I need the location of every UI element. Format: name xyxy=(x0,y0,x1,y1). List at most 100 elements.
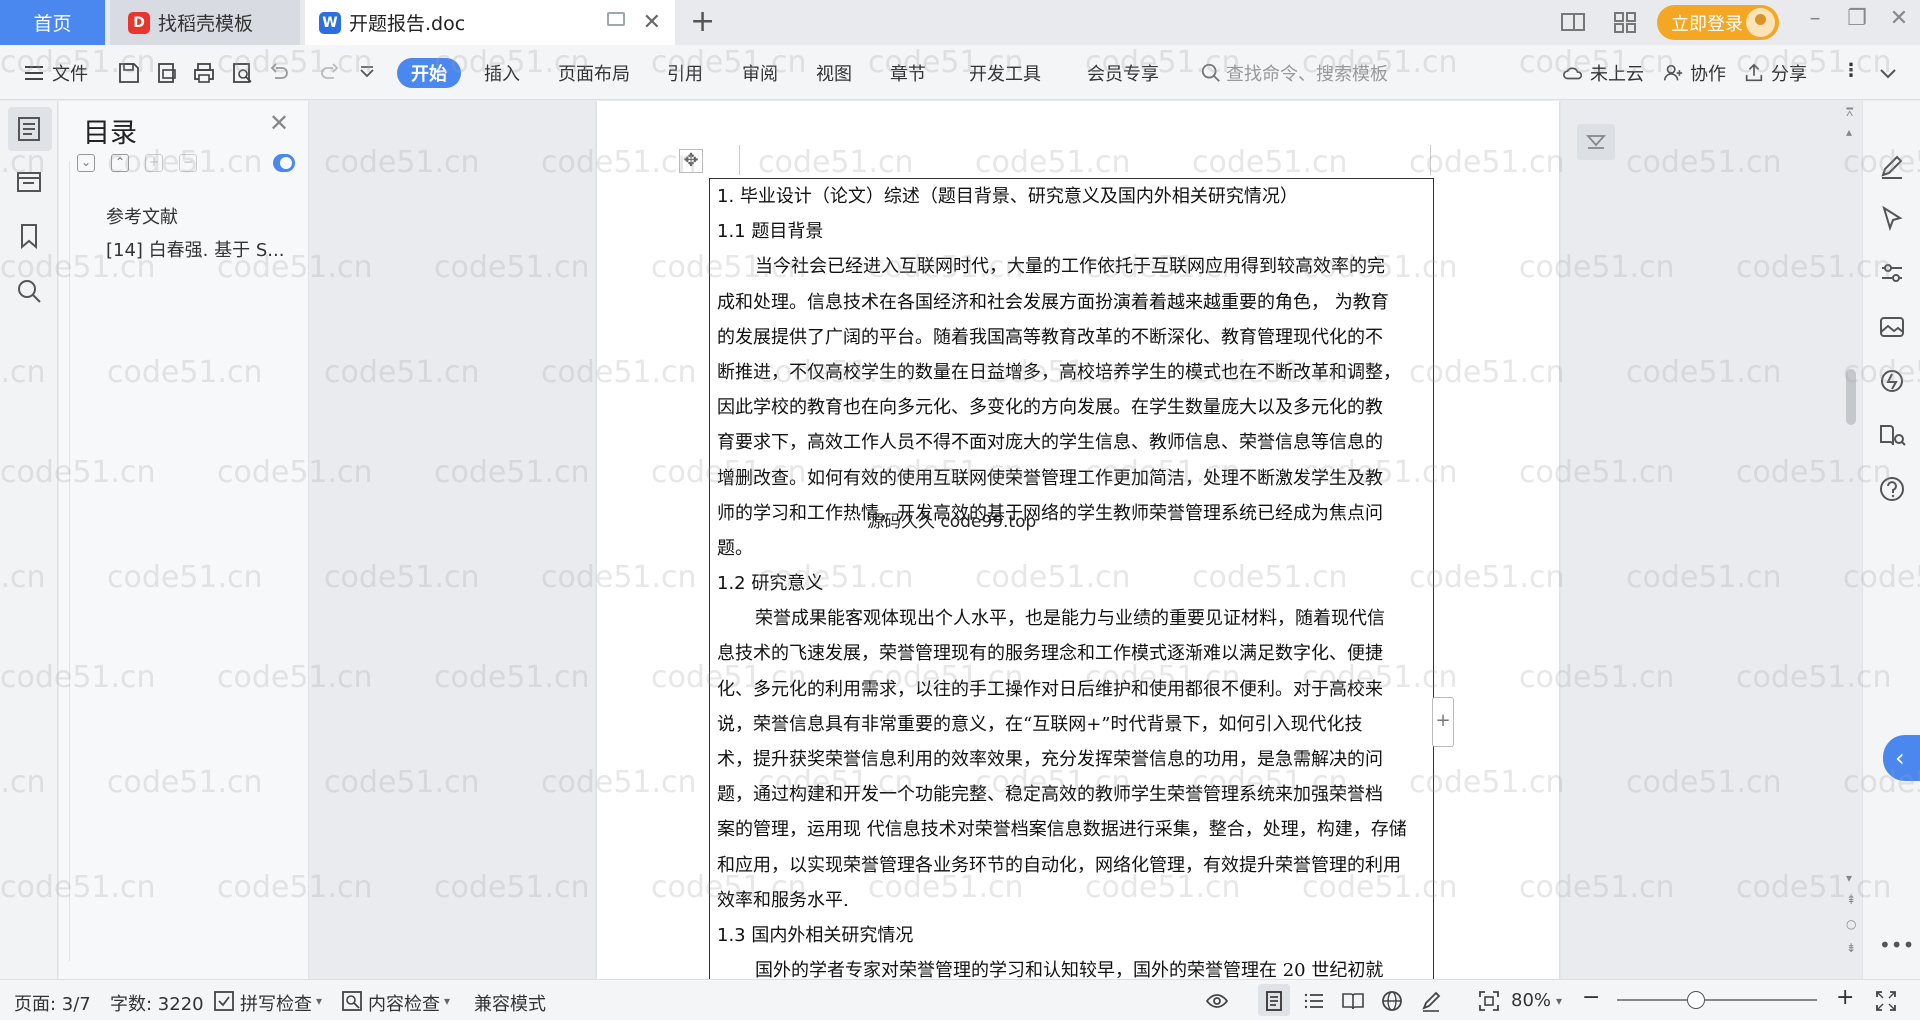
zoom-dropdown-icon[interactable]: ▾ xyxy=(1556,994,1562,1008)
collaborate-button[interactable]: 协作 xyxy=(1662,60,1726,86)
close-tab-icon[interactable]: ✕ xyxy=(643,10,661,35)
zoom-out-button[interactable]: − xyxy=(1582,985,1600,1010)
doc-heading[interactable]: 1.3 国内外相关研究情况 xyxy=(717,918,1427,953)
spell-check-dropdown-icon[interactable]: ▾ xyxy=(316,994,322,1008)
document-page[interactable]: ✥ 1. 毕业设计（论文）综述（题目背景、研究意义及国内外相关研究情况） 1.1 … xyxy=(597,101,1559,979)
doc-paragraph-line[interactable]: 化、多元化的利用需求，以往的手工操作对日后维护和使用都很不便利。对于高校来 xyxy=(717,672,1427,707)
monitor-icon[interactable] xyxy=(607,12,625,26)
doc-paragraph-line[interactable]: 师的学习和工作热情，开发高效的基于网络的学生教师荣誉管理系统已经成为焦点问 xyxy=(717,496,1427,531)
web-view-icon[interactable] xyxy=(1380,989,1404,1013)
select-pointer-icon[interactable] xyxy=(1877,204,1907,234)
word-count[interactable]: 字数: 3220 xyxy=(110,990,204,1016)
doc-paragraph-line[interactable]: 增删改查。如何有效的使用互联网使荣誉管理工作更加简洁，处理不断激发学生及教 xyxy=(717,461,1427,496)
collapse-ribbon-icon[interactable] xyxy=(1876,61,1900,85)
filter-button[interactable] xyxy=(1577,124,1615,160)
scroll-up-icon[interactable]: ▴ xyxy=(1846,125,1852,139)
page-view-icon[interactable] xyxy=(1262,989,1286,1013)
save-icon[interactable] xyxy=(117,61,141,85)
settings-sliders-icon[interactable] xyxy=(1877,258,1907,288)
scroll-top-icon[interactable]: ⩞ xyxy=(1846,105,1853,120)
tab-home[interactable]: 首页 xyxy=(0,0,105,45)
help-icon[interactable] xyxy=(1877,474,1907,504)
layout-icon[interactable] xyxy=(1560,10,1586,34)
table-move-handle[interactable]: ✥ xyxy=(679,149,703,173)
new-tab-button[interactable]: + xyxy=(690,4,715,39)
doc-heading[interactable]: 1.2 研究意义 xyxy=(717,566,1427,601)
more-tools-icon[interactable]: ••• xyxy=(1879,933,1914,957)
doc-heading[interactable]: 1.1 题目背景 xyxy=(717,214,1427,249)
more-options-icon[interactable]: ⋮ xyxy=(1842,60,1860,81)
close-window-button[interactable]: ✕ xyxy=(1884,6,1914,31)
tab-template[interactable]: D 找稻壳模板 xyxy=(110,0,300,45)
menu-icon[interactable] xyxy=(22,61,46,85)
doc-paragraph-line[interactable]: 因此学校的教育也在向多元化、多变化的方向发展。在学生数量庞大以及多元化的教 xyxy=(717,390,1427,425)
outline-view-icon[interactable] xyxy=(1302,989,1326,1013)
print-preview-icon[interactable] xyxy=(230,61,254,85)
quick-access-dropdown-icon[interactable] xyxy=(355,61,379,85)
toc-item[interactable]: 参考文献 xyxy=(106,203,178,229)
content-check-button[interactable]: 内容检查 xyxy=(368,990,440,1016)
file-menu[interactable]: 文件 xyxy=(52,60,88,86)
ai-assistant-icon[interactable] xyxy=(1877,366,1907,396)
reading-view-icon[interactable] xyxy=(1341,989,1365,1013)
menu-start[interactable]: 开始 xyxy=(397,58,461,88)
print-icon[interactable] xyxy=(192,61,216,85)
menu-member[interactable]: 会员专享 xyxy=(1087,60,1159,86)
toc-icon[interactable] xyxy=(14,114,44,144)
doc-paragraph-line[interactable]: 案的管理，运用现 代信息技术对荣誉档案信息数据进行采集，整合，处理，构建，存储 xyxy=(717,812,1427,847)
menu-insert[interactable]: 插入 xyxy=(484,60,520,86)
doc-paragraph-line[interactable]: 成和处理。信息技术在各国经济和社会发展方面扮演着着越来越重要的角色， 为教育 xyxy=(717,285,1427,320)
scroll-down-icon[interactable]: ▾ xyxy=(1846,871,1852,885)
write-mode-icon[interactable] xyxy=(1419,989,1443,1013)
login-button[interactable]: 立即登录 xyxy=(1657,5,1779,40)
menu-references[interactable]: 引用 xyxy=(667,60,703,86)
document-body[interactable]: 1. 毕业设计（论文）综述（题目背景、研究意义及国内外相关研究情况） 1.1 题目… xyxy=(717,179,1427,979)
add-table-column-button[interactable]: + xyxy=(1432,697,1454,747)
zoom-slider[interactable] xyxy=(1617,999,1817,1001)
toc-item[interactable]: [14] 白春强. 基于 S... xyxy=(106,236,284,262)
zoom-level[interactable]: 80% xyxy=(1511,990,1551,1011)
tab-document[interactable]: W 开题报告.doc ✕ xyxy=(305,0,675,45)
cloud-status-button[interactable]: 未上云 xyxy=(1562,60,1644,86)
menu-chapter[interactable]: 章节 xyxy=(890,60,926,86)
next-page-icon[interactable]: ⇟ xyxy=(1846,941,1856,955)
menu-review[interactable]: 审阅 xyxy=(742,60,778,86)
spell-check-button[interactable]: 拼写检查 xyxy=(240,990,312,1016)
apps-grid-icon[interactable] xyxy=(1612,10,1638,34)
image-tools-icon[interactable] xyxy=(1877,312,1907,342)
sidebar-expand-button[interactable]: ‹ xyxy=(1883,735,1920,781)
select-browse-object-icon[interactable]: ○ xyxy=(1846,917,1856,931)
doc-paragraph-line[interactable]: 国外的学者专家对荣誉管理的学习和认知较早，国外的荣誉管理在 20 世纪初就 xyxy=(717,953,1427,979)
doc-paragraph-line[interactable]: 说，荣誉信息具有非常重要的意义，在“互联网+”时代背景下，如何引入现代化技 xyxy=(717,707,1427,742)
doc-paragraph-line[interactable]: 育要求下，高效工作人员不得不面对庞大的学生信息、教师信息、荣誉信息等信息的 xyxy=(717,425,1427,460)
zoom-slider-knob[interactable] xyxy=(1687,991,1705,1009)
fit-page-icon[interactable] xyxy=(1477,989,1501,1013)
menu-view[interactable]: 视图 xyxy=(816,60,852,86)
page-indicator[interactable]: 页面: 3/7 xyxy=(14,990,91,1016)
command-search[interactable]: 查找命令、搜索模板 xyxy=(1200,60,1388,86)
export-pdf-icon[interactable] xyxy=(155,61,179,85)
eye-protection-icon[interactable] xyxy=(1205,989,1229,1013)
doc-paragraph-line[interactable]: 当今社会已经进入互联网时代，大量的工作依托于互联网应用得到较高效率的完 xyxy=(717,249,1427,284)
content-check-dropdown-icon[interactable]: ▾ xyxy=(444,994,450,1008)
doc-paragraph-line[interactable]: 息技术的飞速发展，荣誉管理现有的服务理念和工作模式逐渐难以满足数字化、便捷 xyxy=(717,636,1427,671)
find-icon[interactable] xyxy=(14,276,44,306)
scrollbar-thumb[interactable] xyxy=(1846,369,1856,425)
bookmark-icon[interactable] xyxy=(14,221,44,251)
menu-page-layout[interactable]: 页面布局 xyxy=(558,60,630,86)
doc-paragraph-line[interactable]: 和应用，以实现荣誉管理各业务环节的自动化，网络化管理，有效提升荣誉管理的利用 xyxy=(717,848,1427,883)
outline-icon[interactable] xyxy=(14,167,44,197)
doc-paragraph-line[interactable]: 荣誉成果能客观体现出个人水平，也是能力与业绩的重要见证材料，随着现代信 xyxy=(717,601,1427,636)
vertical-scrollbar[interactable]: ⩞ ▴ ▾ ⇞ ○ ⇟ xyxy=(1840,101,1862,979)
restore-button[interactable]: ❐ xyxy=(1842,6,1872,31)
fullscreen-icon[interactable] xyxy=(1874,989,1898,1013)
close-toc-icon[interactable]: ✕ xyxy=(269,109,289,137)
doc-paragraph-line[interactable]: 术，提升获奖荣誉信息利用的效率效果，充分发挥荣誉信息的功用，是急需解决的问 xyxy=(717,742,1427,777)
doc-paragraph-line[interactable]: 题。 xyxy=(717,531,1427,566)
zoom-in-button[interactable]: + xyxy=(1836,985,1854,1010)
reading-mode-icon[interactable] xyxy=(1877,420,1907,450)
doc-heading[interactable]: 1. 毕业设计（论文）综述（题目背景、研究意义及国内外相关研究情况） xyxy=(717,179,1427,214)
edit-pen-icon[interactable] xyxy=(1877,151,1907,181)
previous-page-icon[interactable]: ⇞ xyxy=(1846,893,1856,907)
share-button[interactable]: 分享 xyxy=(1743,60,1807,86)
